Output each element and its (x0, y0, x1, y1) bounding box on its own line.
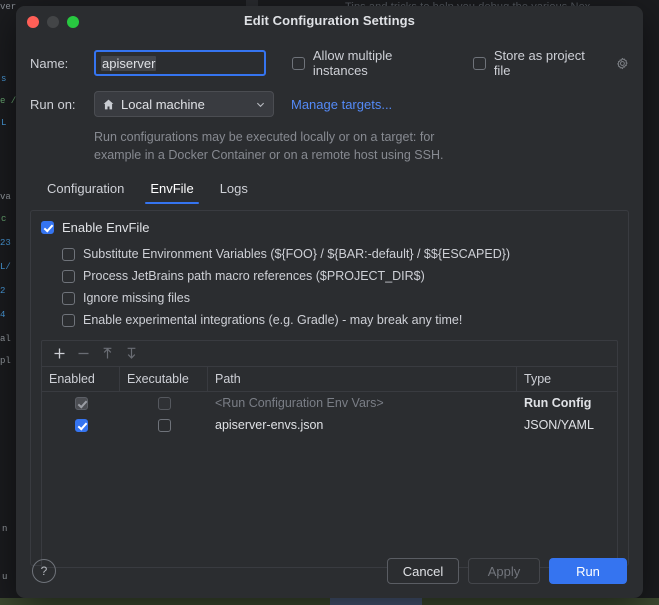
checkbox-icon (62, 247, 75, 261)
store-as-project-file-checkbox[interactable]: Store as project file (472, 48, 629, 78)
option-substitute-env-vars[interactable]: Substitute Environment Variables (${FOO}… (62, 243, 618, 265)
checkbox-icon (291, 56, 305, 70)
envfile-table: Enabled Executable Path Type <Run Config… (41, 340, 618, 569)
background-token: u (2, 572, 8, 582)
run-on-value: Local machine (121, 96, 205, 112)
background-token: va (0, 192, 11, 202)
row-type-cell: Run Config (524, 396, 592, 411)
checkbox-icon (62, 313, 75, 327)
row-executable-cell[interactable] (120, 392, 208, 414)
move-down-button[interactable] (120, 344, 142, 364)
checkbox-icon (74, 396, 88, 410)
checkbox-icon (157, 418, 171, 432)
enable-envfile-checkbox[interactable]: Enable EnvFile (41, 220, 618, 235)
table-header-row: Enabled Executable Path Type (42, 367, 617, 393)
envfile-panel: Enable EnvFile Substitute Environment Va… (30, 210, 629, 569)
option-experimental-integrations[interactable]: Enable experimental integrations (e.g. G… (62, 309, 618, 331)
tab-envfile[interactable]: EnvFile (137, 178, 206, 205)
minus-icon (78, 353, 88, 355)
checkbox-icon (62, 269, 75, 283)
gear-icon[interactable] (616, 57, 629, 70)
apply-button: Apply (468, 558, 540, 584)
row-path-cell: <Run Configuration Env Vars> (215, 396, 384, 411)
checkbox-icon (62, 291, 75, 305)
dialog-title: Edit Configuration Settings (244, 13, 415, 28)
row-enabled-cell[interactable] (42, 414, 120, 436)
tab-bar: Configuration EnvFile Logs (34, 178, 629, 206)
allow-multiple-instances-checkbox[interactable]: Allow multiple instances (291, 48, 449, 78)
arrow-up-icon (103, 347, 111, 359)
name-input[interactable]: apiserver (94, 50, 266, 76)
background-token: ver (0, 2, 17, 12)
option-process-path-macros[interactable]: Process JetBrains path macro references … (62, 265, 618, 287)
checkbox-icon (74, 418, 88, 432)
arrow-down-icon (127, 347, 135, 360)
tab-logs[interactable]: Logs (207, 178, 261, 204)
row-enabled-cell[interactable] (42, 392, 120, 414)
run-on-dropdown[interactable]: Local machine (94, 91, 274, 117)
checkbox-icon (157, 396, 171, 410)
enable-envfile-label: Enable EnvFile (62, 220, 150, 236)
help-button[interactable]: ? (32, 559, 56, 583)
add-button[interactable] (48, 344, 70, 364)
background-token: 2 (0, 286, 6, 296)
chevron-down-icon (256, 102, 265, 107)
background-token: n (2, 524, 8, 534)
option-label: Process JetBrains path macro references … (83, 269, 425, 284)
name-label: Name: (30, 55, 69, 71)
row-path-cell: apiserver-envs.json (215, 418, 324, 433)
run-on-hint: Run configurations may be executed local… (94, 128, 494, 164)
column-header-path[interactable]: Path (208, 367, 517, 392)
background-token: pl (0, 356, 11, 366)
table-row[interactable]: apiserver-envs.json JSON/YAML (42, 414, 617, 436)
option-label: Enable experimental integrations (e.g. G… (83, 313, 463, 328)
run-on-hint-line2: example in a Docker Container or on a re… (94, 148, 444, 163)
move-up-button[interactable] (96, 344, 118, 364)
background-token: 4 (0, 310, 6, 320)
background-token: 23 (0, 238, 11, 248)
run-on-row: Run on: Local machine Manage targets... (30, 90, 629, 118)
column-header-executable[interactable]: Executable (120, 367, 208, 392)
edit-configuration-dialog: Edit Configuration Settings Name: apiser… (16, 6, 643, 598)
checkbox-icon (472, 56, 486, 70)
tab-configuration[interactable]: Configuration (34, 178, 137, 204)
run-on-hint-line1: Run configurations may be executed local… (94, 130, 435, 144)
background-token: L/ (0, 262, 11, 272)
checkbox-icon (41, 221, 54, 235)
dialog-titlebar: Edit Configuration Settings (16, 6, 643, 36)
store-as-project-file-label: Store as project file (493, 48, 585, 78)
screen: Tips and tricks to help you debug the va… (0, 0, 659, 605)
plus-icon (54, 348, 64, 359)
envfile-options: Substitute Environment Variables (${FOO}… (62, 243, 618, 331)
name-row: Name: apiserver Allow multiple instances… (30, 48, 629, 78)
option-label: Substitute Environment Variables (${FOO}… (83, 247, 511, 262)
home-icon (103, 99, 114, 109)
option-ignore-missing-files[interactable]: Ignore missing files (62, 287, 618, 309)
table-row[interactable]: <Run Configuration Env Vars> Run Config (42, 392, 617, 414)
dialog-body: Name: apiserver Allow multiple instances… (16, 48, 643, 569)
cancel-button[interactable]: Cancel (387, 558, 459, 584)
background-status-segment (330, 598, 422, 605)
remove-button[interactable] (72, 344, 94, 364)
column-header-enabled[interactable]: Enabled (42, 367, 120, 392)
run-on-label: Run on: (30, 96, 76, 112)
name-input-value: apiserver (101, 55, 157, 71)
background-token: al (0, 334, 11, 344)
manage-targets-link[interactable]: Manage targets... (291, 97, 392, 112)
allow-multiple-instances-label: Allow multiple instances (312, 48, 393, 78)
dialog-footer: ? Cancel Apply Run (16, 544, 643, 598)
background-token: s (1, 74, 7, 84)
option-label: Ignore missing files (83, 291, 190, 306)
run-button[interactable]: Run (549, 558, 627, 584)
envfile-table-toolbar (42, 341, 617, 368)
row-type-cell: JSON/YAML (524, 418, 594, 433)
background-token: L (1, 118, 7, 128)
background-token: c (1, 214, 7, 224)
column-header-type[interactable]: Type (517, 367, 617, 391)
row-executable-cell[interactable] (120, 414, 208, 436)
background-token: e / (0, 96, 17, 106)
